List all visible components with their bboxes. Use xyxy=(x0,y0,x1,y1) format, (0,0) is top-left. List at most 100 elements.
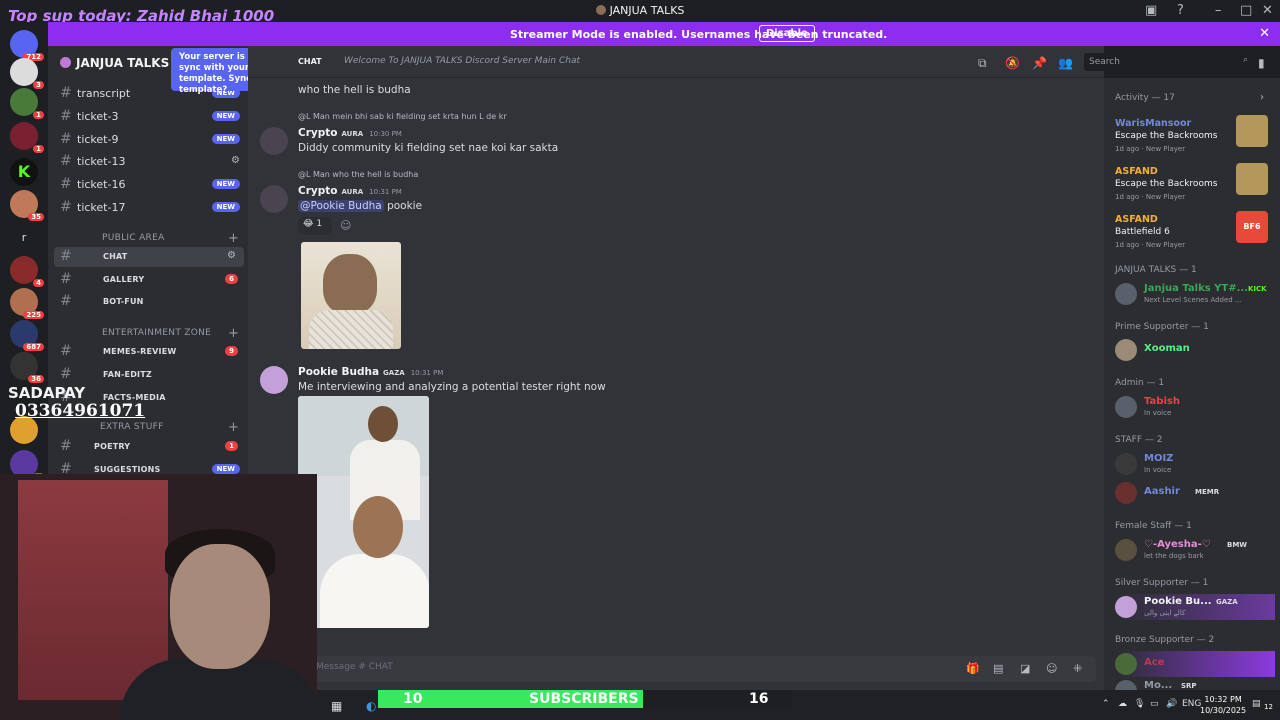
message-author[interactable]: Pookie Budha GAZA 10:31 PM xyxy=(298,366,443,378)
channel-ticket-17[interactable]: # ticket-17 NEW xyxy=(48,198,248,218)
mic-icon[interactable]: 🎙 xyxy=(1134,699,1145,709)
kick-server-icon[interactable]: K xyxy=(10,158,38,186)
category-entertainment-zone[interactable]: ENTERTAINMENT ZONE + xyxy=(102,326,239,341)
server-icon[interactable]: 225 xyxy=(10,288,44,319)
message-author[interactable]: Crypto AURA 10:30 PM xyxy=(298,127,402,139)
inbox-icon[interactable]: ▣ xyxy=(1145,3,1157,18)
member-item[interactable]: MOIZ In voice xyxy=(1115,451,1275,477)
settings-gear-icon[interactable]: ⚙ xyxy=(227,250,236,261)
server-icon[interactable]: 687 xyxy=(10,320,44,351)
unread-badge: 6 xyxy=(225,274,238,284)
emoji-icon[interactable]: ☺ xyxy=(1046,662,1057,675)
activity-header[interactable]: Activity — 17 xyxy=(1115,93,1175,103)
member-name: ♡-Ayesha-♡ xyxy=(1144,539,1211,550)
member-item[interactable]: Aashir MEMR xyxy=(1115,480,1275,506)
channel-ticket-13[interactable]: # ticket-13 ⚙ xyxy=(48,152,248,172)
member-list-icon[interactable]: 👥 xyxy=(1058,56,1073,70)
server-icon[interactable]: 36 xyxy=(10,352,44,383)
hash-icon: # xyxy=(60,176,72,192)
banner-close-icon[interactable]: ✕ xyxy=(1259,26,1270,41)
edge-icon[interactable]: ◐ xyxy=(366,699,376,713)
cloud-icon[interactable]: ☁ xyxy=(1118,699,1127,709)
member-item[interactable]: ♡-Ayesha-♡ let the dogs bark BMW xyxy=(1115,537,1275,563)
dm-home-icon[interactable]: 712 xyxy=(10,30,44,61)
disable-button[interactable]: Disable xyxy=(759,25,815,42)
channel-gallery[interactable]: # GALLERY 6 xyxy=(48,270,248,290)
role-header: JANJUA TALKS — 1 xyxy=(1115,265,1197,275)
avatar[interactable] xyxy=(260,127,288,155)
role-header: Bronze Supporter — 2 xyxy=(1115,635,1215,645)
language-indicator[interactable]: ENG xyxy=(1182,699,1201,709)
reply-preview[interactable]: @L Man mein bhi sab ki fielding set krta… xyxy=(298,112,507,121)
activity-item[interactable]: ASFAND Escape the Backrooms 1d ago · New… xyxy=(1115,163,1275,210)
gif-icon[interactable]: ▤ xyxy=(993,662,1003,675)
store-icon[interactable]: ▦ xyxy=(331,699,342,713)
server-icon[interactable]: 3 xyxy=(10,58,44,89)
channel-ticket-9[interactable]: # ticket-9 NEW xyxy=(48,130,248,150)
channel-ticket-16[interactable]: # ticket-16 NEW xyxy=(48,175,248,195)
pin-icon[interactable]: 📌 xyxy=(1032,56,1047,70)
sticker-icon[interactable]: ◪ xyxy=(1020,662,1030,675)
notification-icon[interactable]: ▤ xyxy=(1252,699,1261,709)
message-author[interactable]: Crypto AURA 10:31 PM xyxy=(298,185,402,197)
add-channel-icon[interactable]: + xyxy=(228,231,239,246)
member-item[interactable]: Ace xyxy=(1115,651,1275,677)
category-public-area[interactable]: PUBLIC AREA + xyxy=(102,231,239,246)
server-icon[interactable]: r xyxy=(10,224,38,252)
close-window-button[interactable]: ✕ xyxy=(1262,3,1273,18)
activity-item[interactable]: WarisMansoor Escape the Backrooms 1d ago… xyxy=(1115,115,1275,162)
inbox-icon[interactable]: ▮ xyxy=(1258,56,1265,70)
channel-poetry[interactable]: # POETRY 1 xyxy=(48,437,248,457)
activity-item[interactable]: ASFAND Battlefield 6 1d ago · New Player… xyxy=(1115,211,1275,258)
server-icon[interactable]: 35 xyxy=(10,190,44,221)
gift-icon[interactable]: 🎁 xyxy=(966,662,980,675)
member-item[interactable]: Janjua Talks YT#... Next Level Scenes Add… xyxy=(1115,281,1275,307)
avatar[interactable] xyxy=(260,185,288,213)
channel-memes-review[interactable]: # MEMES-REVIEW 9 xyxy=(48,342,248,362)
system-clock[interactable]: 10:32 PM 10/30/2025 xyxy=(1200,694,1246,716)
search-input[interactable]: Search ⌕ xyxy=(1084,53,1254,71)
server-name[interactable]: JANJUA TALKS xyxy=(60,56,169,70)
help-icon[interactable]: ? xyxy=(1177,3,1184,18)
threads-icon[interactable]: ⧉ xyxy=(978,56,987,71)
server-icon[interactable]: 1 xyxy=(10,88,44,119)
reply-preview[interactable]: @L Man who the hell is budha xyxy=(298,170,418,179)
settings-gear-icon[interactable]: ⚙ xyxy=(231,155,240,166)
channel-fan-editz[interactable]: # FAN-EDITZ xyxy=(48,365,248,385)
photo-attachment[interactable] xyxy=(298,396,429,628)
channel-ticket-3[interactable]: # ticket-3 NEW xyxy=(48,107,248,127)
member-item[interactable]: Tabish In voice xyxy=(1115,394,1275,420)
notification-bell-icon[interactable]: 🔕 xyxy=(1005,56,1020,70)
user-mention[interactable]: @Pookie Budha xyxy=(298,200,384,212)
maximize-button[interactable]: □ xyxy=(1240,3,1252,18)
server-icon[interactable]: 1 xyxy=(10,122,44,153)
webcam-overlay xyxy=(0,474,317,720)
reaction-laugh[interactable]: 😂 1 xyxy=(298,217,332,235)
apps-icon[interactable]: ⁜ xyxy=(1073,662,1082,675)
activity-meta: 1d ago · New Player xyxy=(1115,193,1186,201)
chevron-right-icon[interactable]: › xyxy=(1260,92,1264,103)
channel-chat[interactable]: # CHAT ⚙ xyxy=(54,247,244,267)
minimize-button[interactable]: – xyxy=(1215,3,1222,18)
add-channel-icon[interactable]: + xyxy=(228,326,239,341)
member-tag: MEMR xyxy=(1195,488,1220,496)
battery-icon[interactable]: ▭ xyxy=(1150,699,1159,709)
meme-image[interactable] xyxy=(301,242,401,349)
tray-chevron-icon[interactable]: ⌃ xyxy=(1102,699,1110,709)
unread-badge: 1 xyxy=(225,441,238,451)
category-extra-stuff[interactable]: EXTRA STUFF + xyxy=(100,420,239,435)
avatar xyxy=(1115,339,1137,361)
member-item[interactable]: Pookie Bu... کالے اینی والی GAZA xyxy=(1115,594,1275,620)
server-icon[interactable]: 4 xyxy=(10,256,44,287)
composer-placeholder: Message # CHAT xyxy=(316,662,393,672)
avatar[interactable] xyxy=(260,366,288,394)
channel-title: CHAT xyxy=(298,57,322,66)
member-item[interactable]: Xooman xyxy=(1115,337,1275,363)
hash-icon: # xyxy=(60,438,72,454)
hash-icon: # xyxy=(60,85,72,101)
add-channel-icon[interactable]: + xyxy=(228,420,239,435)
channel-bot-fun[interactable]: # BOT-FUN xyxy=(48,292,248,312)
volume-icon[interactable]: 🔊 xyxy=(1166,699,1177,709)
role-header: Prime Supporter — 1 xyxy=(1115,322,1209,332)
add-reaction-icon[interactable]: ☺ xyxy=(340,219,351,232)
